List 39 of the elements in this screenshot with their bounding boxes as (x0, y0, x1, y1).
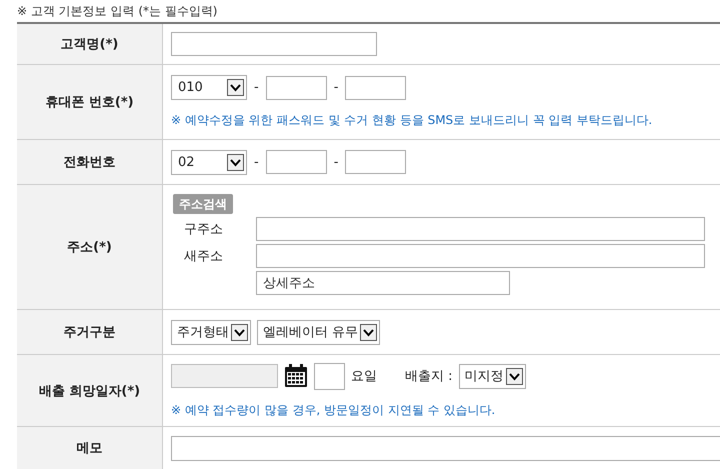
weekday-label: 요일 (351, 368, 377, 385)
caret-icon (227, 154, 244, 170)
calendar-icon[interactable] (284, 364, 308, 388)
separator: - (332, 154, 340, 170)
field-label: 휴대폰 번호(*) (17, 65, 163, 139)
field-label: 메모 (17, 427, 163, 469)
separator: - (253, 80, 260, 95)
separator: - (253, 154, 260, 170)
notice-text: ※ 예약 접수량이 많을 경우, 방문일정이 지연될 수 있습니다. (171, 402, 496, 418)
memo-field[interactable] (171, 436, 720, 461)
caret-icon (231, 324, 248, 340)
old-address-field[interactable] (256, 217, 705, 241)
old-address-label: 구주소 (183, 221, 224, 238)
caret-icon (227, 79, 244, 96)
caret-icon (360, 324, 378, 340)
prefix-dropdown[interactable]: 010 (171, 75, 247, 100)
new-address-field[interactable] (256, 244, 705, 268)
prefix-dropdown[interactable]: 02 (171, 150, 247, 174)
number-field[interactable] (266, 76, 327, 100)
number-field[interactable] (345, 150, 406, 174)
field-label: 주소(*) (17, 185, 163, 309)
field-label: 고객명(*) (17, 24, 163, 64)
place-dropdown[interactable]: 미지정 (458, 364, 526, 388)
place-label: 배출지 : (405, 368, 453, 385)
field-label: 주거구분 (17, 310, 163, 354)
new-address-label: 새주소 (183, 248, 224, 265)
field-label: 전화번호 (17, 140, 163, 184)
option-dropdown[interactable]: 주거형태 (171, 320, 251, 344)
name-field[interactable] (171, 32, 377, 56)
caret-icon (506, 368, 523, 384)
detail-address-field[interactable]: 상세주소 (256, 271, 510, 295)
field-label: 배출 희망일자(*) (17, 355, 163, 426)
number-field[interactable] (345, 76, 406, 100)
notice-text: ※ 예약수정을 위한 패스워드 및 수거 현황 등을 SMS로 보내드리니 꼭 입력 부탁드립니다. (171, 112, 654, 129)
section-title: ※ 고객 기본정보 입력 (*는 필수입력) (16, 3, 218, 20)
number-field[interactable] (266, 150, 327, 174)
day-field[interactable] (314, 362, 345, 390)
separator: - (332, 80, 340, 95)
option-dropdown[interactable]: 엘레베이터 유무 (257, 320, 380, 344)
